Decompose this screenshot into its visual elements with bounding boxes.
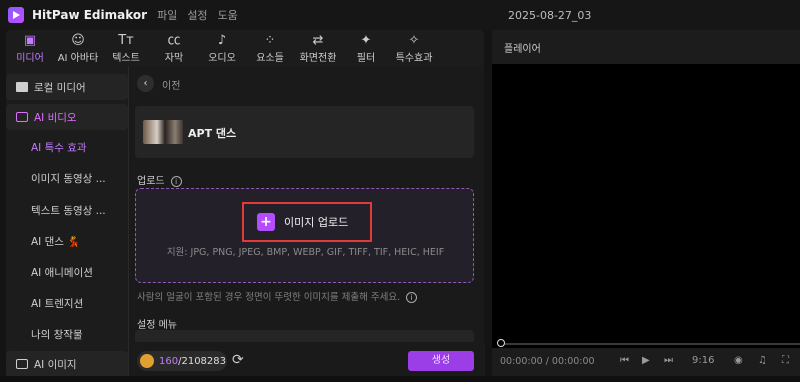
sidebar-item-label: 로컬 미디어 <box>34 81 86 94</box>
supported-formats: 지원: JPG, PNG, JPEG, BMP, WEBP, GIF, TIFF… <box>166 247 445 258</box>
caption-icon: ㏄ <box>167 32 181 48</box>
back-button[interactable]: ‹ <box>137 75 154 92</box>
title-bar: HitPaw Edimakor 파일 설정 도움 2025-08-27_03 <box>0 0 800 30</box>
project-title: 2025-08-27_03 <box>508 9 592 22</box>
next-frame-icon[interactable]: ⏭ <box>664 355 673 366</box>
upload-image-button[interactable]: + 이미지 업로드 <box>242 202 372 242</box>
tab-label: AI 아바타 <box>57 52 99 64</box>
tab-caption[interactable]: ㏄ 자막 <box>150 30 198 66</box>
credits-total: /2108283 <box>178 355 226 367</box>
generate-button[interactable]: 생성 <box>408 351 474 371</box>
menu-settings[interactable]: 설정 <box>187 7 207 23</box>
player-controls: 00:00:00 / 00:00:00 ⏮ ▶ ⏭ 9:16 ◉ ♫ ⛶ <box>492 348 800 376</box>
audio-icon: ♪ <box>217 32 227 48</box>
player-title: 플레이어 <box>504 44 541 55</box>
menu-help[interactable]: 도움 <box>218 7 238 23</box>
sidebar-item-image-to-video[interactable]: 이미지 동영상 ... <box>6 165 128 191</box>
timeline-panel-edge <box>0 376 800 382</box>
menu-file[interactable]: 파일 <box>157 7 177 23</box>
upload-section-title: 업로드 <box>137 176 165 187</box>
avatar-icon: ☺ <box>71 32 85 48</box>
tab-label: 오디오 <box>208 52 236 64</box>
prev-frame-icon[interactable]: ⏮ <box>620 355 629 366</box>
face-hint: 사람의 얼굴이 포함된 경우 정면이 뚜렷한 이미지를 제출해 주세요. i <box>137 289 418 303</box>
ai-effect-panel: ‹ 이전 APT 댄스 업로드 i + 이미지 업로드 지원: JPG, PNG,… <box>128 66 485 382</box>
tab-filter[interactable]: ✦ 필터 <box>342 30 390 66</box>
info-icon[interactable]: i <box>170 175 182 187</box>
aspect-ratio-select[interactable]: 9:16 <box>692 355 714 366</box>
media-toolbar: ▣ 미디어 ☺ AI 아바타 Tт 텍스트 ㏄ 자막 ♪ 오디오 ⁘ 요소들 ⇄… <box>6 30 484 66</box>
sidebar-item-label: AI 이미지 <box>34 358 77 371</box>
sidebar-item-ai-video[interactable]: AI 비디오 <box>6 104 128 130</box>
snapshot-icon[interactable]: ◉ <box>734 355 743 366</box>
effect-card[interactable]: APT 댄스 <box>135 106 474 158</box>
play-icon[interactable]: ▶ <box>642 355 650 366</box>
ai-video-icon <box>16 112 28 122</box>
tab-audio[interactable]: ♪ 오디오 <box>198 30 246 66</box>
back-label[interactable]: 이전 <box>162 77 180 92</box>
image-icon <box>16 359 28 369</box>
tab-transition[interactable]: ⇄ 화면전환 <box>294 30 342 66</box>
face-hint-text: 사람의 얼굴이 포함된 경우 정면이 뚜렷한 이미지를 제출해 주세요. <box>137 292 401 303</box>
upload-dropzone[interactable]: + 이미지 업로드 지원: JPG, PNG, JPEG, BMP, WEBP,… <box>135 188 474 283</box>
app-logo-icon <box>8 7 24 23</box>
sidebar-item-ai-image[interactable]: AI 이미지 <box>6 351 128 377</box>
transition-icon: ⇄ <box>312 32 324 48</box>
tab-label: 화면전환 <box>299 52 337 64</box>
tab-text[interactable]: Tт 텍스트 <box>102 30 150 66</box>
volume-icon[interactable]: ♫ <box>758 355 767 366</box>
chevron-left-icon: ‹ <box>143 78 148 89</box>
sidebar-item-label: AI 비디오 <box>34 111 77 124</box>
effects-icon: ✧ <box>408 32 420 48</box>
time-display: 00:00:00 / 00:00:00 <box>500 356 595 367</box>
tab-elements[interactable]: ⁘ 요소들 <box>246 30 294 66</box>
tab-label: 필터 <box>356 52 376 64</box>
playhead-handle[interactable] <box>497 339 505 347</box>
info-icon[interactable]: i <box>406 292 418 303</box>
coin-icon <box>140 354 154 368</box>
video-preview <box>492 64 800 361</box>
settings-section-label: 설정 메뉴 <box>137 320 177 331</box>
elements-icon: ⁘ <box>264 32 276 48</box>
sidebar-item-text-to-video[interactable]: 텍스트 동영상 ... <box>6 197 128 223</box>
sidebar: 로컬 미디어 AI 비디오 AI 특수 효과 이미지 동영상 ... 텍스트 동… <box>6 66 128 382</box>
upload-button-label: 이미지 업로드 <box>284 216 349 229</box>
fullscreen-icon[interactable]: ⛶ <box>782 355 789 366</box>
refresh-icon[interactable]: ⟳ <box>232 353 247 368</box>
tab-label: 텍스트 <box>112 52 140 64</box>
tab-label: 특수효과 <box>395 52 433 64</box>
media-icon: ▣ <box>23 32 37 48</box>
folder-icon <box>16 82 28 92</box>
plus-icon: + <box>257 213 275 231</box>
sidebar-item-ai-dance[interactable]: AI 댄스 💃 <box>6 228 128 254</box>
sidebar-item-local-media[interactable]: 로컬 미디어 <box>6 74 128 100</box>
effect-thumbnail <box>143 120 183 144</box>
upload-section-label: 업로드 i <box>137 172 182 187</box>
sidebar-item-ai-animation[interactable]: AI 애니메이션 <box>6 259 128 285</box>
credits-text: 160/2108283 <box>159 356 226 367</box>
timeline-track[interactable] <box>500 343 800 345</box>
tab-effects[interactable]: ✧ 특수효과 <box>390 30 438 66</box>
credits-current: 160 <box>159 355 179 367</box>
tab-label: 미디어 <box>16 52 44 64</box>
tab-media[interactable]: ▣ 미디어 <box>6 30 54 66</box>
credits-badge: 160/2108283 <box>137 351 227 371</box>
tab-ai-avatar[interactable]: ☺ AI 아바타 <box>54 30 102 66</box>
text-icon: Tт <box>118 32 134 48</box>
sidebar-item-ai-effects[interactable]: AI 특수 효과 <box>6 134 128 160</box>
filter-icon: ✦ <box>360 32 372 48</box>
tab-label: 자막 <box>164 52 184 64</box>
tab-label: 요소들 <box>256 52 284 64</box>
sidebar-item-my-creations[interactable]: 나의 창작물 <box>6 321 128 347</box>
player-panel: 플레이어 00:00:00 / 00:00:00 ⏮ ▶ ⏭ 9:16 ◉ ♫ … <box>492 30 800 376</box>
sidebar-item-ai-transition[interactable]: AI 트렌지션 <box>6 290 128 316</box>
effect-title: APT 댄스 <box>188 127 237 140</box>
app-name: HitPaw Edimakor <box>32 8 148 22</box>
